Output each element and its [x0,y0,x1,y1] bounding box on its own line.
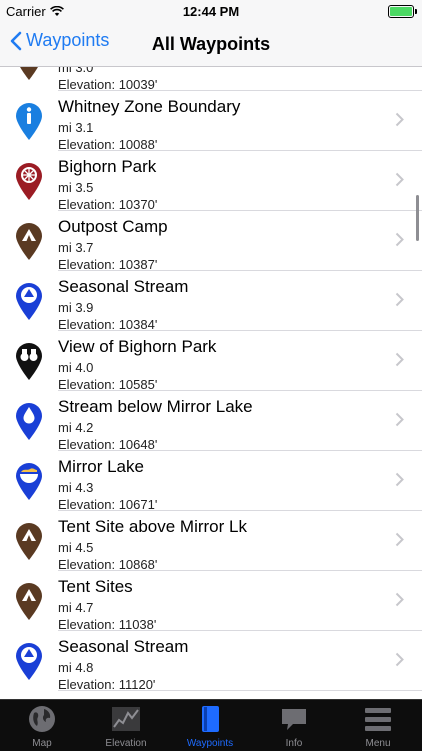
waypoint-row[interactable]: Stream below Mirror Lake mi 4.2 Elevatio… [0,391,422,452]
waypoint-mile: mi 4.7 [58,600,94,615]
waypoint-row[interactable]: View of Bighorn Park mi 4.0 Elevation: 1… [0,331,422,392]
waypoint-list[interactable]: mi 3.0 Elevation: 10039' Whitney Zone Bo… [0,67,422,699]
chevron-right-icon [395,412,404,427]
status-bar: Carrier 12:44 PM [0,0,422,22]
scrollbar[interactable] [416,195,419,241]
waypoint-row[interactable]: mi 3.0 Elevation: 10039' [0,67,422,92]
waypoint-row[interactable]: Whitney Zone Boundary mi 3.1 Elevation: … [0,91,422,152]
lake-pin-icon [16,463,42,500]
back-button[interactable]: Waypoints [10,30,109,51]
elevation-chart-icon [112,707,140,731]
back-button-label: Waypoints [26,30,110,50]
info-pin-icon [16,103,42,140]
waypoint-name: Seasonal Stream [58,277,189,296]
hamburger-menu-icon [365,708,391,731]
chevron-right-icon [395,532,404,547]
chevron-right-icon [395,172,404,187]
waypoint-row[interactable]: Mirror Lake mi 4.3 Elevation: 10671' [0,451,422,512]
waypoint-name: Mirror Lake [58,457,144,476]
waypoint-name: Tent Site above Mirror Lk [58,517,247,536]
tab-menu[interactable]: Menu [336,700,420,751]
point-of-interest-pin-icon [16,163,42,200]
waypoint-row[interactable]: Seasonal Stream mi 3.9 Elevation: 10384' [0,271,422,332]
chevron-right-icon [395,352,404,367]
status-time: 12:44 PM [182,4,240,19]
row-divider [58,690,422,691]
waypoint-row[interactable]: Seasonal Stream mi 4.8 Elevation: 11120' [0,631,422,692]
chevron-right-icon [395,652,404,667]
speech-bubble-icon [282,709,306,730]
tab-info[interactable]: Info [252,700,336,751]
tab-label: Info [285,738,303,749]
tab-label: Map [32,738,52,749]
waypoint-name: Stream below Mirror Lake [58,397,253,416]
tab-elevation[interactable]: Elevation [84,700,168,751]
waypoint-name: Outpost Camp [58,217,168,236]
chevron-right-icon [395,472,404,487]
chevron-right-icon [395,592,404,607]
chevron-right-icon [395,112,404,127]
chevron-right-icon [395,232,404,247]
tab-bar: Map Elevation Waypoints Info Menu [0,699,422,751]
waypoint-mile: mi 4.8 [58,660,94,675]
waypoint-mile: mi 4.3 [58,480,94,495]
stream-pin-icon [16,643,42,680]
waypoint-mile: mi 3.7 [58,240,94,255]
tab-label: Elevation [105,738,147,749]
waypoint-row[interactable]: Bighorn Park mi 3.5 Elevation: 10370' [0,151,422,212]
waypoint-mile: mi 4.5 [58,540,94,555]
camp-pin-icon [20,67,38,80]
tab-waypoints[interactable]: Waypoints [168,700,252,751]
waypoint-name: Seasonal Stream [58,637,189,656]
waypoint-row[interactable]: Tent Site above Mirror Lk mi 4.5 Elevati… [0,511,422,572]
tab-map[interactable]: Map [0,700,84,751]
tab-label: Waypoints [186,738,234,749]
waypoint-mile: mi 3.1 [58,120,94,135]
waypoint-mile: mi 4.2 [58,420,94,435]
stream-pin-icon [16,283,42,320]
globe-icon [29,706,55,732]
waypoint-row[interactable]: Outpost Camp mi 3.7 Elevation: 10387' [0,211,422,272]
binoculars-pin-icon [16,343,42,380]
waypoint-mile: mi 3.0 [58,67,94,75]
waypoint-mile: mi 4.0 [58,360,94,375]
chevron-left-icon [10,31,22,50]
waypoint-name: View of Bighorn Park [58,337,217,356]
camp-pin-icon [16,583,42,620]
navigation-bar: Waypoints All Waypoints [0,22,422,67]
chevron-right-icon [395,292,404,307]
waypoint-name: Whitney Zone Boundary [58,97,241,116]
book-icon [202,706,219,732]
waypoint-name: Bighorn Park [58,157,157,176]
waypoint-row[interactable]: Tent Sites mi 4.7 Elevation: 11038' [0,571,422,632]
camp-pin-icon [16,523,42,560]
water-drop-pin-icon [16,403,42,440]
waypoint-mile: mi 3.5 [58,180,94,195]
battery-icon [388,5,417,18]
waypoint-name: Tent Sites [58,577,133,596]
tab-label: Menu [365,738,391,749]
waypoint-mile: mi 3.9 [58,300,94,315]
camp-pin-icon [16,223,42,260]
